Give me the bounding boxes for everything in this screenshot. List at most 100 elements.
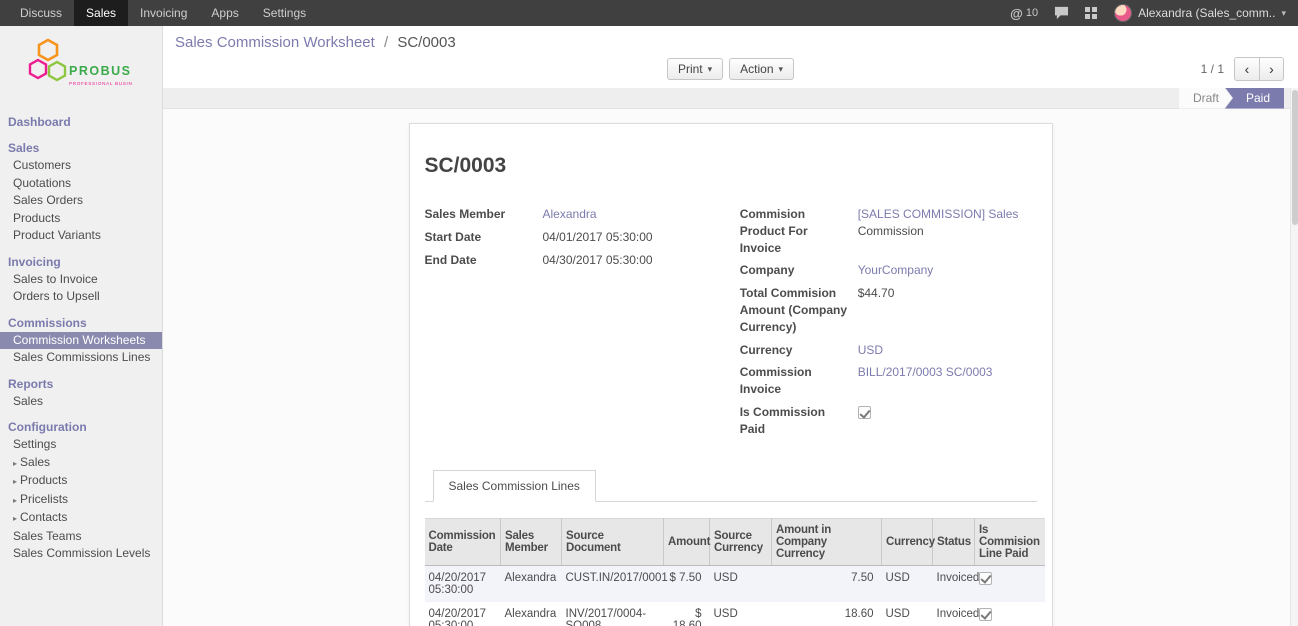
user-name: Alexandra (Sales_comm.. bbox=[1138, 6, 1275, 20]
form-sheet: SC/0003 Sales Member Alexandra Start Dat… bbox=[409, 123, 1053, 626]
scrollbar-thumb[interactable] bbox=[1292, 90, 1298, 225]
pager-next-button[interactable]: › bbox=[1259, 57, 1284, 81]
menu-settings[interactable]: Settings bbox=[251, 0, 318, 26]
status-step-paid[interactable]: Paid bbox=[1225, 88, 1284, 109]
col-sales-member[interactable]: Sales Member bbox=[501, 518, 562, 565]
commission-line-row[interactable]: 04/20/2017 05:30:00 Alexandra INV/2017/0… bbox=[425, 602, 1045, 626]
col-is-commission-line-paid[interactable]: Is Commision Line Paid bbox=[975, 518, 1045, 565]
menu-sales[interactable]: Sales bbox=[74, 0, 128, 26]
is-commission-paid-checkbox[interactable] bbox=[858, 406, 871, 419]
sidebar-item-customers[interactable]: Customers bbox=[0, 157, 162, 175]
menu-discuss[interactable]: Discuss bbox=[8, 0, 74, 26]
user-menu[interactable]: Alexandra (Sales_comm.. ▾ bbox=[1106, 4, 1294, 22]
cell-doc: INV/2017/0004-SO008 bbox=[562, 602, 664, 626]
pager-counter: 1 / 1 bbox=[1201, 62, 1224, 76]
main-panel: Sales Commission Worksheet / SC/0003 Pri… bbox=[163, 26, 1298, 626]
sidebar-item-label: Sales Teams bbox=[13, 529, 81, 543]
action-button[interactable]: Action ▾ bbox=[729, 58, 794, 80]
sidebar-heading-configuration[interactable]: Configuration bbox=[0, 418, 162, 436]
sidebar-item-label: Sales Commissions Lines bbox=[13, 350, 150, 364]
sidebar-item-sales-commissions-lines[interactable]: Sales Commissions Lines bbox=[0, 349, 162, 367]
field-groups: Sales Member Alexandra Start Date 04/01/… bbox=[425, 206, 1037, 444]
pager-previous-button[interactable]: ‹ bbox=[1234, 57, 1259, 81]
sidebar-item-config-sales[interactable]: ▸Sales bbox=[0, 454, 162, 473]
field-company: Company YourCompany bbox=[740, 262, 1037, 279]
commission-invoice-link[interactable]: BILL/2017/0003 SC/0003 bbox=[858, 365, 993, 379]
sidebar-item-sales-commission-levels[interactable]: Sales Commission Levels bbox=[0, 545, 162, 563]
messages-icon[interactable] bbox=[1046, 0, 1077, 26]
activity-icon[interactable]: @ 10 bbox=[1002, 0, 1046, 26]
sidebar-item-sales-orders[interactable]: Sales Orders bbox=[0, 192, 162, 210]
arrow-right-icon: ▸ bbox=[13, 514, 17, 523]
sidebar-heading-reports[interactable]: Reports bbox=[0, 375, 162, 393]
svg-text:PROBUSE: PROBUSE bbox=[69, 64, 132, 78]
tab-sales-commission-lines[interactable]: Sales Commission Lines bbox=[433, 470, 596, 502]
col-amount[interactable]: Amount bbox=[664, 518, 710, 565]
sidebar-item-sales-to-invoice[interactable]: Sales to Invoice bbox=[0, 271, 162, 289]
sidebar-item-orders-to-upsell[interactable]: Orders to Upsell bbox=[0, 288, 162, 306]
status-step-draft[interactable]: Draft bbox=[1179, 88, 1232, 109]
field-label: Start Date bbox=[425, 229, 543, 246]
sidebar-item-reports-sales[interactable]: Sales bbox=[0, 393, 162, 411]
sidebar-item-label: Products bbox=[13, 211, 60, 225]
sidebar-item-settings[interactable]: Settings bbox=[0, 436, 162, 454]
record-title: SC/0003 bbox=[425, 154, 1037, 178]
commission-lines-table: Commission Date Sales Member Source Docu… bbox=[425, 518, 1045, 626]
sales-member-link[interactable]: Alexandra bbox=[543, 207, 597, 221]
scrollbar-track[interactable] bbox=[1290, 88, 1298, 626]
col-source-document[interactable]: Source Document bbox=[562, 518, 664, 565]
cell-paid bbox=[975, 565, 1045, 602]
breadcrumb: Sales Commission Worksheet / SC/0003 bbox=[175, 34, 1286, 51]
commission-product-link[interactable]: [SALES COMMISSION] Sales bbox=[858, 207, 1019, 221]
sidebar-item-products[interactable]: Products bbox=[0, 210, 162, 228]
start-date-value: 04/01/2017 05:30:00 bbox=[543, 229, 653, 246]
col-currency[interactable]: Currency bbox=[882, 518, 933, 565]
col-amount-company-currency[interactable]: Amount in Company Currency bbox=[772, 518, 882, 565]
field-label: Is Commission Paid bbox=[740, 404, 858, 438]
arrow-right-icon: ▸ bbox=[13, 459, 17, 468]
caret-down-icon: ▾ bbox=[708, 64, 713, 75]
col-commission-date[interactable]: Commission Date bbox=[425, 518, 501, 565]
col-source-currency[interactable]: Source Currency bbox=[710, 518, 772, 565]
sidebar-item-quotations[interactable]: Quotations bbox=[0, 175, 162, 193]
avatar bbox=[1114, 4, 1132, 22]
line-paid-checkbox[interactable] bbox=[979, 608, 992, 621]
action-button-label: Action bbox=[740, 62, 773, 76]
print-button[interactable]: Print ▾ bbox=[667, 58, 723, 80]
breadcrumb-parent-link[interactable]: Sales Commission Worksheet bbox=[175, 34, 375, 51]
field-commission-product: Commision Product For Invoice [SALES COM… bbox=[740, 206, 1037, 256]
menu-apps[interactable]: Apps bbox=[199, 0, 250, 26]
sidebar-heading-commissions[interactable]: Commissions bbox=[0, 314, 162, 332]
sidebar-heading-invoicing[interactable]: Invoicing bbox=[0, 253, 162, 271]
probuse-logo[interactable]: PROBUSE PROFESSIONAL BUSINESS bbox=[0, 34, 162, 105]
sidebar-item-config-products[interactable]: ▸Products bbox=[0, 472, 162, 491]
apps-grid-icon[interactable] bbox=[1077, 0, 1106, 26]
sidebar-item-sales-teams[interactable]: Sales Teams bbox=[0, 528, 162, 546]
commission-product-rest: Commission bbox=[858, 224, 924, 238]
caret-down-icon: ▾ bbox=[779, 64, 784, 75]
pager: 1 / 1 ‹ › bbox=[1201, 57, 1284, 81]
cell-currency: USD bbox=[882, 565, 933, 602]
activity-count-badge: 10 bbox=[1026, 7, 1038, 19]
cell-source-currency: USD bbox=[710, 602, 772, 626]
field-is-commission-paid: Is Commission Paid bbox=[740, 404, 1037, 438]
sidebar-item-commission-worksheets[interactable]: Commission Worksheets bbox=[0, 332, 162, 350]
sidebar-item-label: Pricelists bbox=[20, 492, 68, 506]
menu-invoicing[interactable]: Invoicing bbox=[128, 0, 199, 26]
company-link[interactable]: YourCompany bbox=[858, 263, 934, 277]
sidebar-item-product-variants[interactable]: Product Variants bbox=[0, 227, 162, 245]
cell-source-currency: USD bbox=[710, 565, 772, 602]
commission-line-row[interactable]: 04/20/2017 05:30:00 Alexandra CUST.IN/20… bbox=[425, 565, 1045, 602]
sidebar-item-label: Products bbox=[20, 473, 67, 487]
sidebar-heading-sales[interactable]: Sales bbox=[0, 139, 162, 157]
col-status[interactable]: Status bbox=[933, 518, 975, 565]
sidebar-item-contacts[interactable]: ▸Contacts bbox=[0, 509, 162, 528]
sidebar-item-pricelists[interactable]: ▸Pricelists bbox=[0, 491, 162, 510]
line-paid-checkbox[interactable] bbox=[979, 572, 992, 585]
field-label: Commission Invoice bbox=[740, 364, 858, 398]
cell-date: 04/20/2017 05:30:00 bbox=[425, 565, 501, 602]
sidebar-item-label: Commission Worksheets bbox=[13, 333, 145, 347]
currency-link[interactable]: USD bbox=[858, 343, 883, 357]
end-date-value: 04/30/2017 05:30:00 bbox=[543, 252, 653, 269]
sidebar-heading-dashboard[interactable]: Dashboard bbox=[0, 113, 162, 131]
